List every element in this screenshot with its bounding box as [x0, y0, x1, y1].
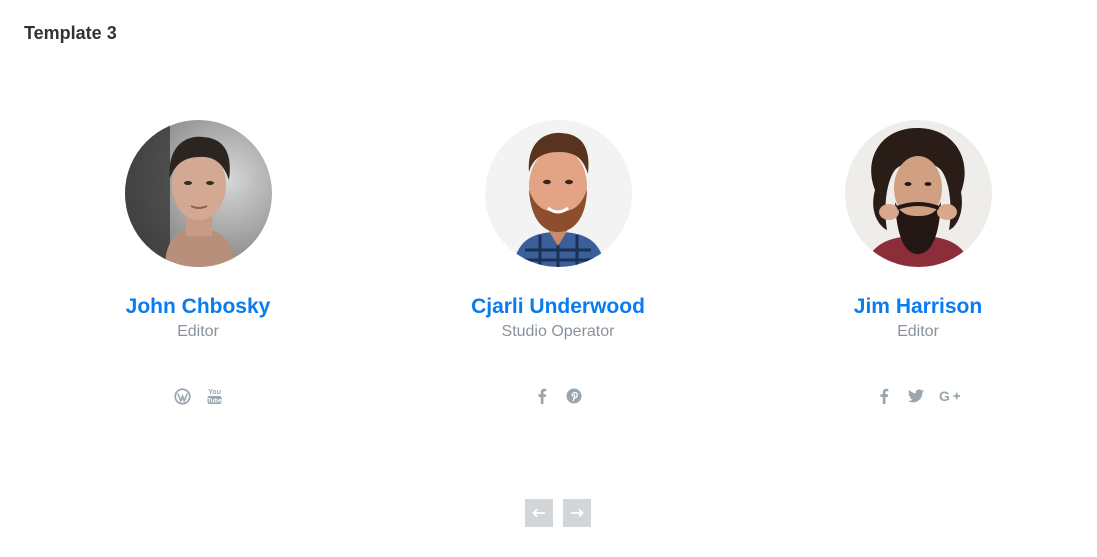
member-name[interactable]: Cjarli Underwood — [378, 295, 738, 319]
youtube-icon[interactable]: You Tube — [204, 386, 224, 406]
arrow-left-icon — [532, 508, 545, 518]
facebook-icon[interactable] — [532, 386, 552, 406]
google-plus-icon[interactable]: G — [938, 386, 962, 406]
twitter-icon[interactable] — [906, 386, 926, 406]
member-role: Studio Operator — [501, 323, 615, 340]
social-links: You Tube — [18, 386, 378, 406]
member-role: Editor — [897, 323, 939, 340]
svg-text:G: G — [939, 389, 950, 403]
social-links: G — [738, 386, 1097, 406]
svg-text:You: You — [208, 389, 221, 396]
wordpress-icon[interactable] — [172, 386, 192, 406]
team-member-card: Jim Harrison Editor G — [738, 120, 1097, 406]
avatar — [484, 120, 632, 267]
prev-button[interactable] — [525, 499, 553, 527]
team-members: John Chbosky Editor You Tube Cjarli Unde… — [0, 0, 1097, 557]
avatar — [844, 120, 992, 267]
carousel-nav — [525, 499, 591, 527]
arrow-right-icon — [571, 508, 584, 518]
next-button[interactable] — [563, 499, 591, 527]
svg-text:Tube: Tube — [207, 399, 221, 405]
social-links — [378, 386, 738, 406]
team-member-card: Cjarli Underwood Studio Operator — [378, 120, 738, 406]
facebook-icon[interactable] — [874, 386, 894, 406]
member-name[interactable]: John Chbosky — [18, 295, 378, 319]
avatar — [124, 120, 272, 267]
member-name[interactable]: Jim Harrison — [738, 295, 1097, 319]
team-member-card: John Chbosky Editor You Tube — [18, 120, 378, 406]
pinterest-icon[interactable] — [564, 386, 584, 406]
member-role: Editor — [177, 323, 219, 340]
